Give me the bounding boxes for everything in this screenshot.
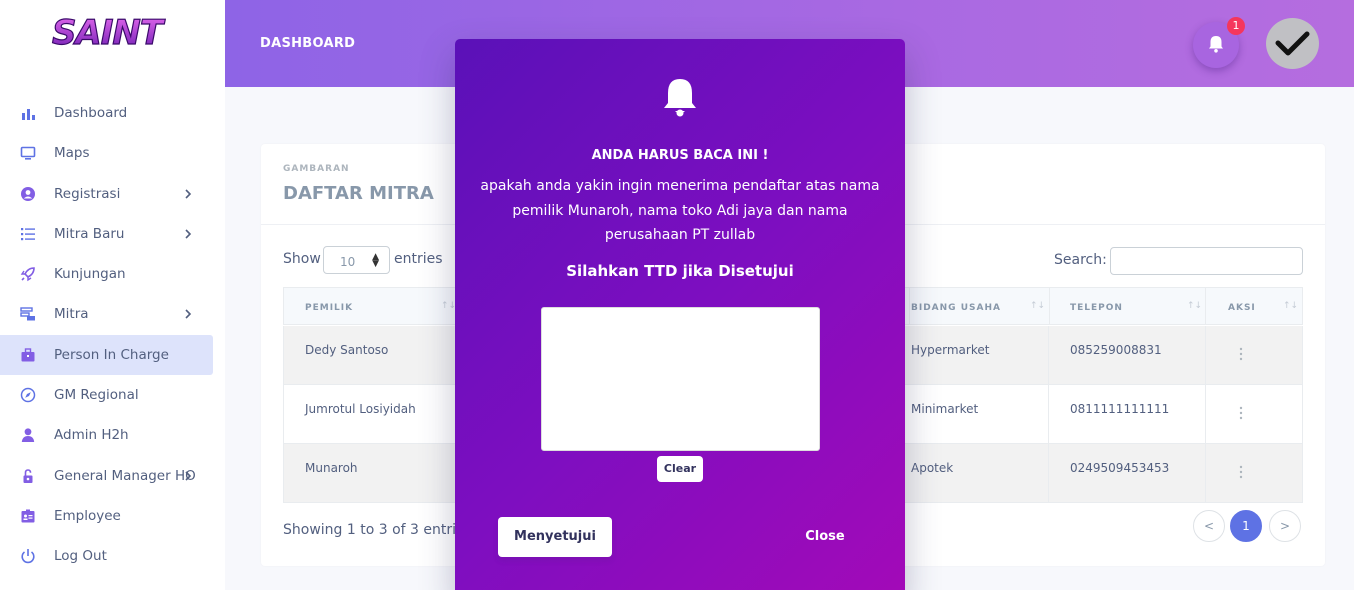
signature-pad[interactable] [541, 307, 820, 451]
sidebar-item-general-manager-ho[interactable]: General Manager HO [0, 456, 213, 496]
pagination-next[interactable]: > [1269, 510, 1301, 542]
column-divider [1049, 288, 1050, 324]
showing-info: Showing 1 to 3 of 3 entries [283, 522, 472, 538]
cell-telepon: 085259008831 [1070, 343, 1162, 357]
compass-icon [20, 387, 36, 403]
sidebar-item-label: Person In Charge [54, 347, 169, 363]
approve-button[interactable]: Menyetujui [498, 517, 612, 557]
clear-signature-button[interactable]: Clear [657, 456, 703, 482]
sidebar-item-label: Dashboard [54, 105, 128, 121]
sidebar: SAINT Dashboard Maps Registrasi Mitra Ba… [0, 0, 225, 590]
sort-icon[interactable]: ↑↓ [441, 301, 456, 311]
column-divider [1205, 444, 1206, 502]
sidebar-item-label: Admin H2h [54, 427, 129, 443]
column-divider [1048, 444, 1049, 502]
rocket-icon [20, 267, 35, 282]
chevron-right-icon [185, 229, 192, 239]
sort-icon[interactable]: ↑↓ [1283, 301, 1298, 311]
bell-icon [1209, 36, 1223, 53]
user-circle-icon [21, 187, 35, 201]
power-icon [21, 549, 35, 564]
search-label: Search: [1054, 252, 1107, 268]
sort-icon[interactable]: ↑↓ [1030, 301, 1045, 311]
select-arrows-icon: ▲ ▼ [372, 252, 379, 269]
briefcase-icon [21, 348, 35, 362]
cell-bidang: Minimarket [911, 402, 979, 416]
user-icon [21, 428, 35, 442]
cell-pemilik: Dedy Santoso [305, 343, 389, 357]
list-icon [21, 228, 35, 241]
sidebar-item-label: Kunjungan [54, 266, 126, 282]
id-card-icon [21, 509, 35, 523]
column-divider [1205, 326, 1206, 384]
sidebar-item-label: Log Out [54, 548, 107, 564]
bell-icon [664, 79, 696, 117]
sidebar-item-person-in-charge[interactable]: Person In Charge [0, 335, 213, 375]
column-header-bidang-usaha[interactable]: BIDANG USAHA [911, 303, 1001, 313]
sidebar-item-mitra[interactable]: Mitra [0, 294, 213, 334]
chevron-right-icon [185, 189, 192, 199]
signature-label: Silahkan TTD jika Disetujui [566, 262, 794, 280]
sidebar-item-gm-regional[interactable]: GM Regional [0, 375, 213, 415]
sidebar-item-employee[interactable]: Employee [0, 496, 213, 536]
avatar[interactable] [1266, 18, 1319, 69]
column-divider [909, 288, 910, 324]
chevron-right-icon [185, 309, 192, 319]
stack-icon [20, 307, 35, 321]
cell-pemilik: Jumrotul Losiyidah [305, 402, 416, 416]
sidebar-item-label: Maps [54, 145, 90, 161]
column-header-aksi[interactable]: AKSI [1228, 303, 1256, 313]
svg-text:SAINT: SAINT [52, 14, 166, 50]
more-actions-icon[interactable] [1239, 347, 1243, 361]
bar-chart-icon [22, 109, 35, 120]
close-button[interactable]: Close [790, 517, 860, 557]
column-divider [1048, 385, 1049, 443]
sidebar-item-registrasi[interactable]: Registrasi [0, 174, 213, 214]
sidebar-item-dashboard[interactable]: Dashboard [0, 93, 213, 133]
sidebar-item-label: Registrasi [54, 186, 121, 202]
lock-icon [23, 469, 33, 483]
column-divider [1205, 288, 1206, 324]
sidebar-item-maps[interactable]: Maps [0, 133, 213, 173]
page-title: DASHBOARD [260, 36, 356, 51]
approval-modal: ANDA HARUS BACA INI ! apakah anda yakin … [455, 39, 905, 590]
sidebar-item-label: Mitra [54, 306, 89, 322]
notification-badge: 1 [1227, 17, 1245, 35]
column-header-pemilik[interactable]: PEMILIK [305, 303, 353, 313]
monitor-icon [20, 146, 36, 160]
show-label: Show [283, 251, 321, 267]
entries-label: entries [394, 251, 443, 267]
cell-telepon: 0811111111111 [1070, 402, 1170, 416]
sidebar-item-label: Mitra Baru [54, 226, 125, 242]
cell-pemilik: Munaroh [305, 461, 358, 475]
modal-heading: ANDA HARUS BACA INI ! [591, 148, 769, 163]
column-divider [1205, 385, 1206, 443]
sidebar-item-admin-h2h[interactable]: Admin H2h [0, 415, 213, 455]
more-actions-icon[interactable] [1239, 465, 1243, 479]
sort-icon[interactable]: ↑↓ [1187, 301, 1202, 311]
pagination-prev[interactable]: < [1193, 510, 1225, 542]
column-header-telepon[interactable]: TELEPON [1070, 303, 1123, 313]
checkmark-icon [1275, 31, 1310, 56]
saint-logo[interactable]: SAINT [32, 14, 182, 50]
entries-select[interactable]: 10 ▲ ▼ [323, 246, 390, 274]
chevron-right-icon [185, 471, 192, 481]
modal-message: apakah anda yakin ingin menerima pendaft… [480, 178, 880, 243]
card-title: DAFTAR MITRA [283, 183, 434, 204]
pagination-page-1[interactable]: 1 [1230, 510, 1262, 542]
cell-bidang: Hypermarket [911, 343, 990, 357]
sidebar-item-kunjungan[interactable]: Kunjungan [0, 254, 213, 294]
sidebar-item-label: GM Regional [54, 387, 139, 403]
column-divider [1048, 326, 1049, 384]
sidebar-item-mitra-baru[interactable]: Mitra Baru [0, 214, 213, 254]
sidebar-item-label: Employee [54, 508, 121, 524]
more-actions-icon[interactable] [1239, 406, 1243, 420]
sidebar-item-log-out[interactable]: Log Out [0, 536, 213, 576]
entries-value: 10 [340, 255, 356, 269]
card-subtitle: GAMBARAN [283, 164, 350, 174]
search-input[interactable] [1110, 247, 1303, 275]
cell-telepon: 0249509453453 [1070, 461, 1170, 475]
sidebar-item-label: General Manager HO [54, 468, 196, 484]
cell-bidang: Apotek [911, 461, 954, 475]
